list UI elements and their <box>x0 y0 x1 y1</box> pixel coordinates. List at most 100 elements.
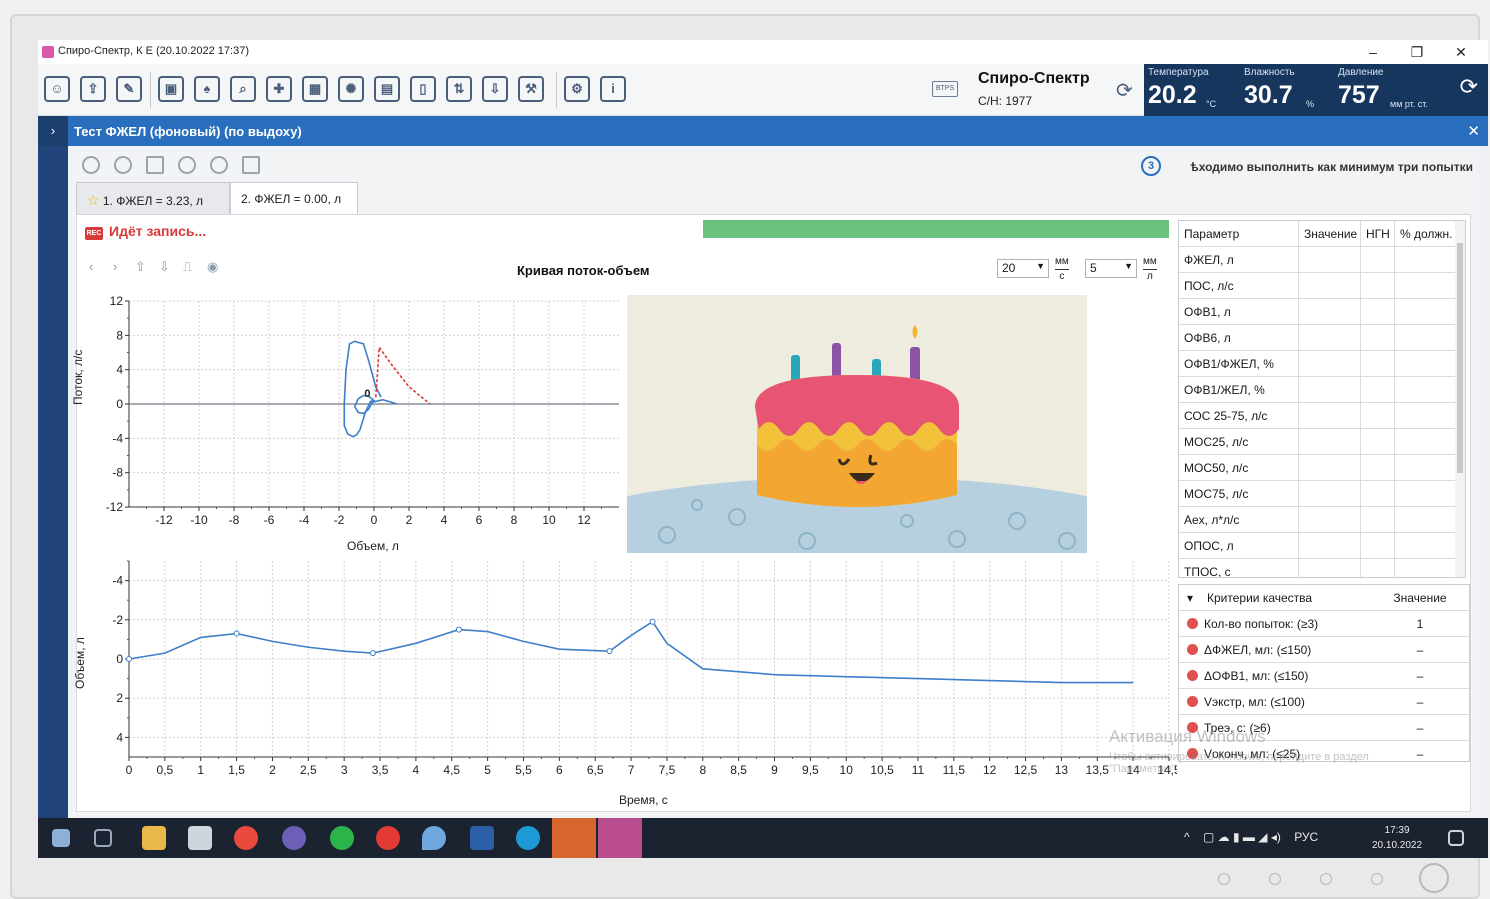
x-tick-label: 4 <box>413 763 420 777</box>
scrollbar-thumb[interactable] <box>1457 243 1463 473</box>
x-tick-label: -4 <box>299 513 310 527</box>
hardware-button[interactable] <box>1320 873 1332 885</box>
quality-row[interactable]: Кол-во попыток: (≥3) 1 <box>1179 611 1469 637</box>
spiro-app-icon[interactable] <box>552 818 596 858</box>
notifications-icon[interactable] <box>1448 830 1464 846</box>
tab-attempt-2[interactable]: 2. ФЖЕЛ = 0.00, л <box>230 182 358 214</box>
x-tick-label: 0 <box>126 763 133 777</box>
task-view-icon[interactable] <box>94 829 112 847</box>
word-icon[interactable] <box>470 826 494 850</box>
hardware-button[interactable] <box>1218 873 1230 885</box>
table-row[interactable]: ОФВ1, л <box>1179 299 1457 325</box>
table-icon[interactable] <box>242 156 260 174</box>
parameter-cell <box>1299 533 1361 559</box>
x-tick-label: -2 <box>334 513 345 527</box>
report-icon[interactable]: ▤ <box>374 76 400 102</box>
table-row[interactable]: СОС 25-75, л/с <box>1179 403 1457 429</box>
table-row[interactable]: ОФВ1/ФЖЕЛ, % <box>1179 351 1457 377</box>
parameters-scrollbar[interactable] <box>1455 221 1465 577</box>
x-tick-label: -6 <box>264 513 275 527</box>
patient-icon[interactable]: ☺ <box>44 76 70 102</box>
eye-icon[interactable]: ◉ <box>207 259 218 275</box>
table-row[interactable]: ОПОС, л <box>1179 533 1457 559</box>
quality-row[interactable]: Vэкстр, мл: (≤100) – <box>1179 689 1469 715</box>
incentive-cake-image <box>627 295 1087 553</box>
table-row[interactable]: МОС75, л/с <box>1179 481 1457 507</box>
skype-icon[interactable] <box>516 826 540 850</box>
media-icon[interactable] <box>188 826 212 850</box>
stop-icon[interactable] <box>114 156 132 174</box>
yandex-browser-icon[interactable] <box>234 826 258 850</box>
record-icon[interactable] <box>82 156 100 174</box>
x-tick-label: 10,5 <box>870 763 894 777</box>
graph-icon[interactable] <box>146 156 164 174</box>
minimize-button[interactable]: – <box>1352 41 1394 63</box>
arrow-down-icon[interactable]: ⇩ <box>159 259 170 275</box>
spiro-spectr-icon[interactable] <box>598 818 642 858</box>
info-icon[interactable]: i <box>600 76 626 102</box>
parameter-name: ТПОС, с <box>1179 559 1299 577</box>
close-test-icon[interactable]: ✕ <box>1467 122 1480 140</box>
tray-chevron-icon[interactable]: ^ <box>1184 830 1190 844</box>
star-icon[interactable] <box>178 156 196 174</box>
app-icon[interactable] <box>330 826 354 850</box>
expand-sidebar-icon[interactable]: › <box>38 116 68 146</box>
collapse-toggle-icon[interactable]: ▾ <box>1187 585 1193 611</box>
data-point <box>369 650 376 657</box>
virus-icon[interactable]: ✺ <box>338 76 364 102</box>
parameter-cell <box>1299 273 1361 299</box>
windows-start-icon[interactable] <box>52 829 70 847</box>
table-row[interactable]: ТПОС, с <box>1179 559 1457 577</box>
quality-row[interactable]: ΔОФВ1, мл: (≤150) – <box>1179 663 1469 689</box>
settings-gear-icon[interactable]: ⚙ <box>564 76 590 102</box>
table-row[interactable]: МОС25, л/с <box>1179 429 1457 455</box>
calibrate-icon[interactable]: ✎ <box>116 76 142 102</box>
btps-icon[interactable]: BTPS <box>932 81 958 97</box>
home-button[interactable] <box>1419 863 1449 893</box>
language-indicator[interactable]: РУС <box>1294 830 1318 844</box>
device-sync-icon[interactable]: ⟳ <box>1116 78 1133 103</box>
tab-attempt-1[interactable]: ☆ 1. ФЖЕЛ = 3.23, л <box>76 182 230 214</box>
yandex-icon[interactable] <box>376 826 400 850</box>
scale-select[interactable]: 5 ▼ <box>1085 259 1137 278</box>
paint-icon[interactable] <box>422 826 446 850</box>
volume-time-chart[interactable]: 0 0,5 1 1,5 2 2,5 3 3,5 4 4,5 5 5,5 6 6,5 7 7,5 8 8,5 9 9,5… <box>77 557 1177 789</box>
lungs-icon[interactable]: ♠ <box>194 76 220 102</box>
doctor-icon[interactable]: ✚ <box>266 76 292 102</box>
close-window-button[interactable]: ✕ <box>1440 41 1482 63</box>
save-icon[interactable]: ▣ <box>158 76 184 102</box>
chevron-left-icon[interactable]: ‹ <box>89 259 93 274</box>
database-icon[interactable]: ▦ <box>302 76 328 102</box>
file-explorer-icon[interactable] <box>142 826 166 850</box>
flow-volume-chart[interactable]: -12 -10 -8 -6 -4 -2 0 2 4 6 8 10 12 12 8 4 0 -4 -8 -12 0 <box>77 295 627 555</box>
pulse-icon[interactable]: ⎍ <box>183 259 192 275</box>
table-row[interactable]: ФЖЕЛ, л <box>1179 247 1457 273</box>
table-row[interactable]: ПОС, л/с <box>1179 273 1457 299</box>
export-icon[interactable]: ⇪ <box>80 76 106 102</box>
import-icon[interactable]: ⇩ <box>482 76 508 102</box>
quality-row[interactable]: ΔФЖЕЛ, мл: (≤150) – <box>1179 637 1469 663</box>
chevron-right-icon[interactable]: › <box>113 259 117 274</box>
y-tick-label: 0 <box>116 397 123 411</box>
tray-icons[interactable]: ▢ ☁ ▮ ▬ ◢ ◂) <box>1203 830 1281 844</box>
table-row[interactable]: Аex, л*л/с <box>1179 507 1457 533</box>
arrow-up-icon[interactable]: ⇧ <box>135 259 146 275</box>
table-row[interactable]: ОФВ1/ЖЕЛ, % <box>1179 377 1457 403</box>
maximize-button[interactable]: ❐ <box>1396 41 1438 63</box>
viber-icon[interactable] <box>282 826 306 850</box>
tools-icon[interactable]: ⚒ <box>518 76 544 102</box>
sort-icon[interactable]: ⇅ <box>446 76 472 102</box>
clock[interactable]: 17:39 20.10.2022 <box>1372 823 1422 853</box>
search-patient-icon[interactable]: ⌕ <box>230 76 256 102</box>
document-icon[interactable]: ▯ <box>410 76 436 102</box>
table-row[interactable]: МОС50, л/с <box>1179 455 1457 481</box>
speed-select[interactable]: 20 ▼ <box>997 259 1049 278</box>
refresh-icon[interactable]: ⟳ <box>1460 74 1478 100</box>
table-row[interactable]: ОФВ6, л <box>1179 325 1457 351</box>
compare-icon[interactable] <box>210 156 228 174</box>
hardware-button[interactable] <box>1269 873 1281 885</box>
parameter-name: ОФВ1/ФЖЕЛ, % <box>1179 351 1299 377</box>
hardware-button[interactable] <box>1371 873 1383 885</box>
parameter-name: ОФВ1/ЖЕЛ, % <box>1179 377 1299 403</box>
x-tick-label: 3,5 <box>372 763 389 777</box>
